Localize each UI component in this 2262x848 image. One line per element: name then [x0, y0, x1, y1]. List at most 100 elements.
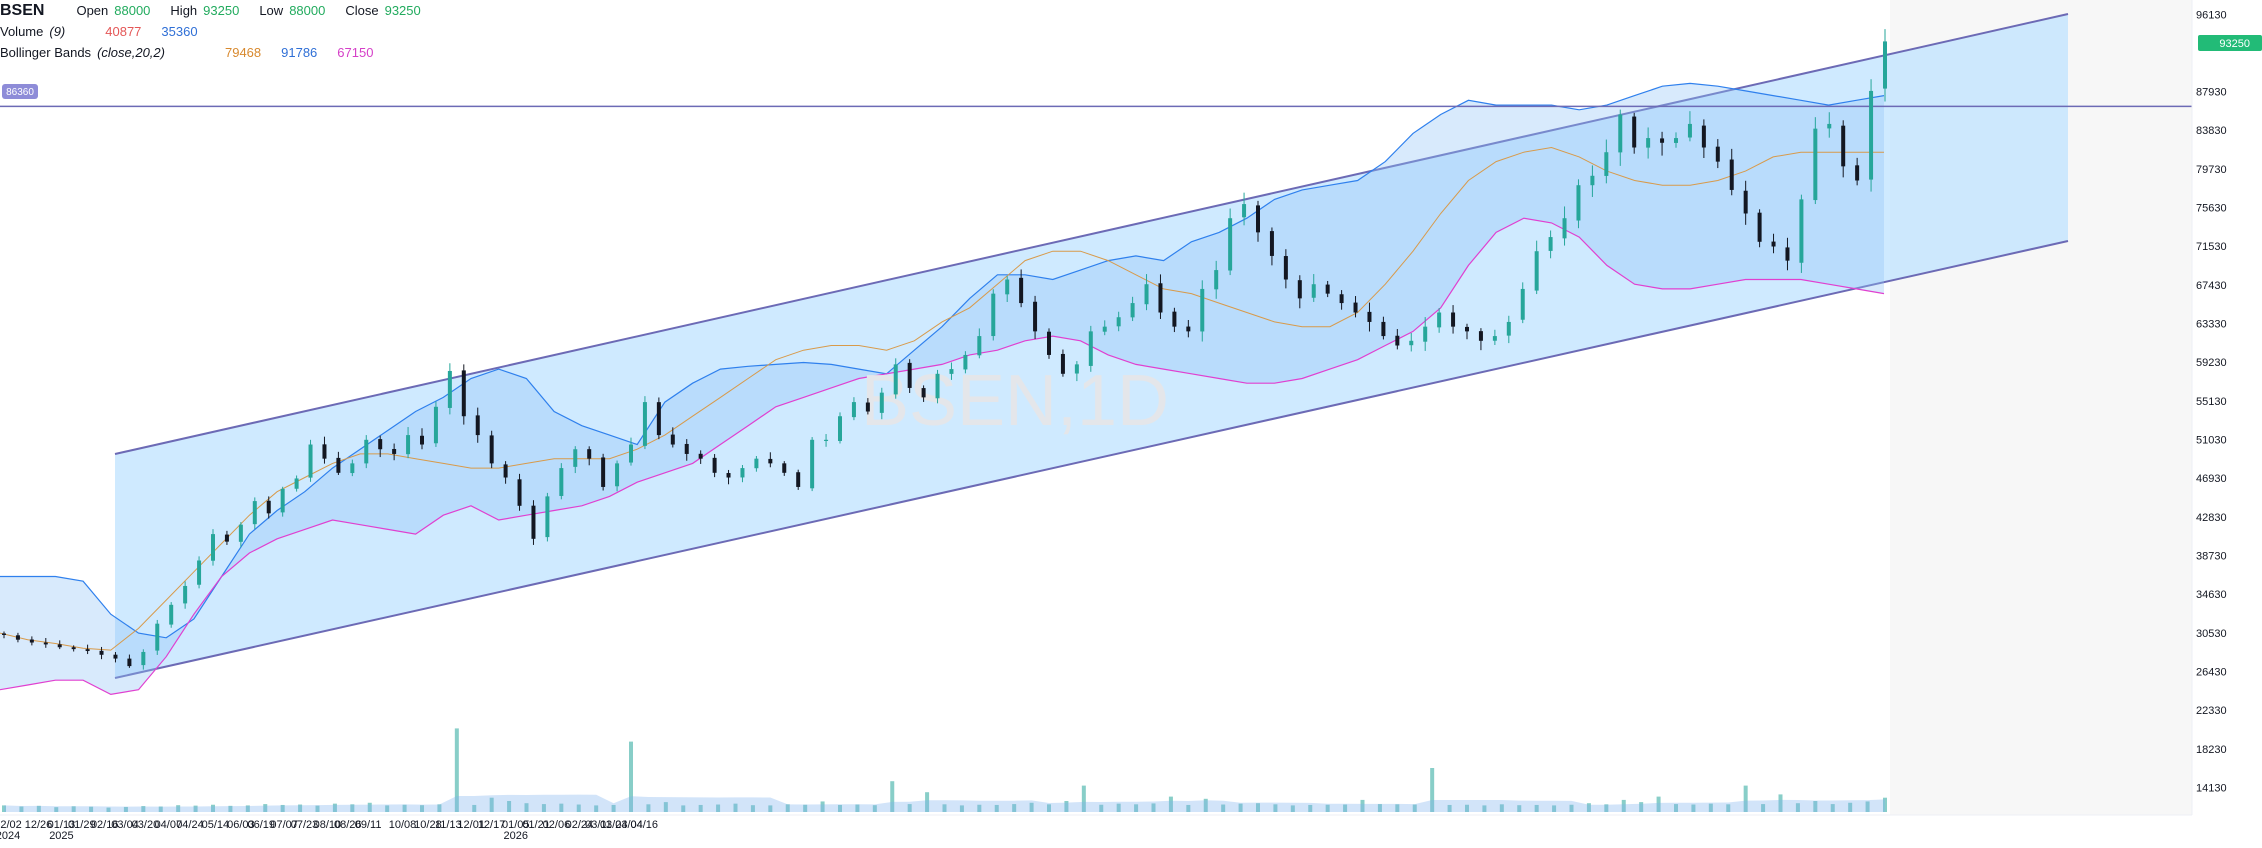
candle-body — [824, 439, 829, 442]
candle-body — [1451, 312, 1456, 327]
candle-body — [642, 402, 647, 446]
chart-canvas[interactable]: BSEN,1D 96130 87930 83830 79730 75630 71530 67… — [0, 0, 2262, 843]
candle-body — [406, 435, 411, 455]
candle-body — [865, 402, 870, 412]
candle-body — [712, 457, 717, 473]
symbol-name[interactable]: BSEN — [0, 0, 44, 21]
y-tick-label: 67430 — [2196, 280, 2227, 292]
y-tick-label: 22330 — [2196, 705, 2227, 717]
candle-body — [810, 439, 815, 489]
candle-body — [85, 649, 90, 652]
candle-body — [2, 633, 6, 635]
candle-body — [1548, 237, 1553, 251]
candle-body — [1520, 288, 1525, 320]
candle-body — [280, 488, 285, 513]
open-value: 88000 — [114, 3, 151, 18]
low-value: 88000 — [289, 3, 326, 18]
price-axis[interactable]: 96130 87930 83830 79730 75630 71530 67430 63330… — [2196, 9, 2227, 794]
candle-body — [656, 402, 661, 436]
candle-body — [489, 435, 494, 464]
candle-body — [1562, 218, 1567, 239]
x-tick-label: 05/14 — [202, 819, 230, 831]
low-label: Low — [259, 3, 284, 18]
candle-body — [1074, 364, 1079, 374]
candle-body — [1534, 251, 1539, 291]
candle-body — [531, 505, 536, 539]
y-tick-label: 87930 — [2196, 87, 2227, 99]
ohlc-row: BSEN Open 88000 High 93250 Low 88000 Clo… — [0, 0, 435, 21]
last-price-tag: 93250 — [2198, 35, 2262, 51]
candle-body — [991, 293, 996, 337]
candle-body — [197, 560, 202, 585]
candle-body — [1269, 231, 1274, 256]
candle-body — [1576, 185, 1581, 221]
candle-body — [503, 464, 508, 478]
close-label: Close — [345, 3, 379, 18]
candle-body — [851, 402, 856, 418]
y-tick-label: 26430 — [2196, 666, 2227, 678]
hline-price-tag: 86360 — [2, 84, 38, 99]
candle-body — [893, 364, 898, 395]
candle-body — [1158, 283, 1163, 313]
candle-body — [977, 336, 982, 356]
candle-body — [1883, 41, 1887, 89]
candle-body — [1409, 340, 1414, 346]
y-tick-label: 38730 — [2196, 550, 2227, 562]
candle-body — [252, 501, 257, 525]
candle-body — [1869, 90, 1874, 180]
y-tick-label: 14130 — [2196, 782, 2227, 794]
candle-body — [1785, 247, 1790, 261]
candle-body — [433, 406, 438, 444]
candle-body — [1116, 317, 1121, 327]
candle-body — [1325, 284, 1330, 294]
candle-body — [768, 458, 773, 464]
candle-body — [698, 453, 703, 459]
candle-body — [1242, 204, 1247, 218]
candle-body — [447, 370, 452, 408]
candle-body — [517, 479, 522, 506]
candle-body — [1228, 218, 1233, 271]
candle-body — [740, 468, 745, 478]
candle-body — [169, 604, 174, 625]
candle-body — [99, 650, 104, 655]
candle-body — [378, 439, 383, 450]
candle-body — [1646, 138, 1651, 148]
candle-body — [1353, 302, 1358, 313]
candle-body — [1813, 128, 1818, 201]
x-tick-year: 2025 — [49, 830, 73, 842]
candle-body — [1060, 353, 1065, 374]
candle-body — [587, 449, 592, 459]
candle-body — [838, 416, 842, 441]
candle-body — [1423, 326, 1428, 342]
candle-body — [392, 448, 397, 454]
bb-lower-value: 67150 — [337, 45, 374, 60]
chart-legend: BSEN Open 88000 High 93250 Low 88000 Clo… — [0, 0, 435, 63]
candle-body — [1019, 277, 1024, 304]
candle-body — [211, 534, 215, 561]
y-tick-label: 63330 — [2196, 319, 2227, 331]
candle-body — [1088, 331, 1093, 366]
candle-body — [238, 524, 243, 542]
candle-body — [1283, 256, 1288, 280]
volume-row[interactable]: Volume (9) 40877 35360 — [0, 21, 435, 42]
candle-body — [921, 388, 926, 398]
bb-upper-value: 91786 — [281, 45, 318, 60]
candle-body — [1660, 138, 1665, 143]
candle-body — [1729, 159, 1734, 190]
candle-body — [879, 392, 884, 413]
bb-row[interactable]: Bollinger Bands (close,20,2) 79468 91786… — [0, 42, 435, 63]
candle-body — [1590, 175, 1595, 186]
candle-body — [1604, 152, 1609, 176]
candle-body — [71, 647, 76, 650]
chart-root[interactable]: BSEN,1D 96130 87930 83830 79730 75630 71530 67… — [0, 0, 2262, 843]
candle-body — [754, 458, 759, 469]
volume-label: Volume — [0, 24, 44, 39]
candle-body — [963, 354, 968, 370]
y-tick-label: 55130 — [2196, 396, 2227, 408]
candle-body — [1855, 165, 1860, 181]
y-tick-label: 83830 — [2196, 125, 2227, 137]
candle-body — [1841, 125, 1846, 167]
candle-body — [1200, 288, 1205, 332]
candle-body — [1172, 311, 1177, 327]
close-value: 93250 — [384, 3, 421, 18]
